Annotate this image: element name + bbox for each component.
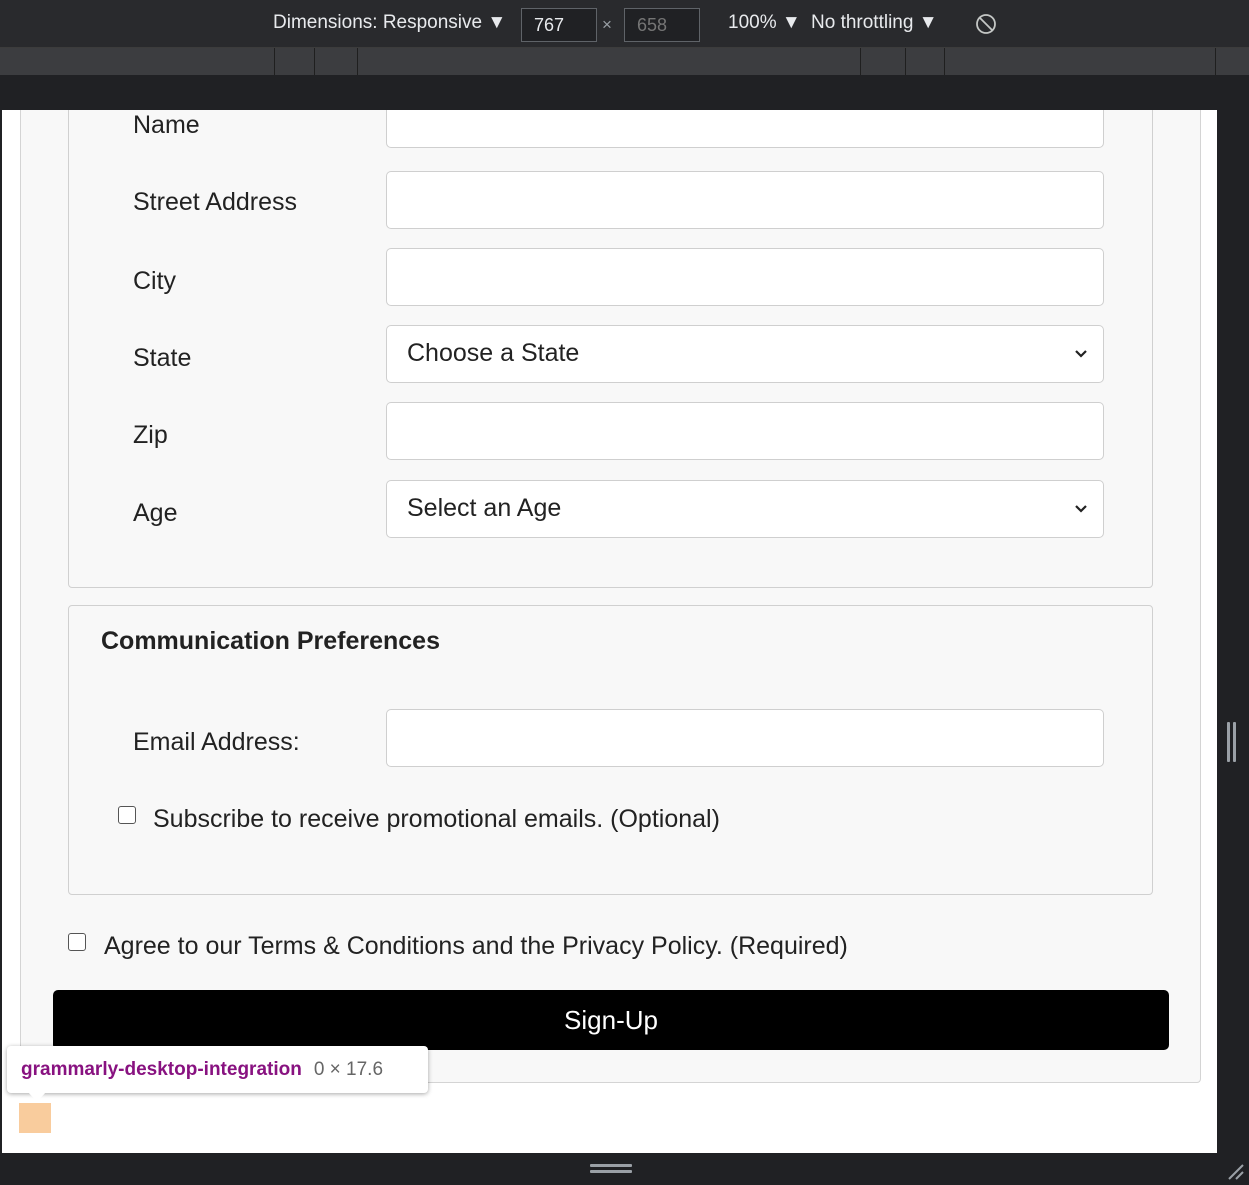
resize-handle-icon — [1227, 722, 1230, 762]
resize-handle-icon — [590, 1164, 632, 1167]
email-input[interactable] — [386, 709, 1104, 767]
communication-legend: Communication Preferences — [101, 627, 440, 655]
state-select-value: Choose a State — [407, 339, 580, 367]
ruler-segment[interactable] — [861, 48, 906, 75]
ruler-segment[interactable] — [315, 48, 358, 75]
throttling-dropdown[interactable]: No throttling ▼ — [811, 12, 938, 34]
zoom-dropdown[interactable]: 100% ▼ — [728, 12, 801, 34]
tooltip-dimensions: 0 × 17.6 — [313, 1059, 384, 1080]
page-viewport: Name Street Address City State Choose a … — [2, 110, 1217, 1153]
city-input[interactable] — [386, 248, 1104, 306]
state-label: State — [133, 344, 192, 372]
chevron-down-icon — [1075, 505, 1087, 513]
state-select[interactable]: Choose a State — [386, 325, 1104, 383]
age-select-value: Select an Age — [407, 494, 562, 522]
resize-handle-icon — [590, 1170, 632, 1173]
age-select[interactable]: Select an Age — [386, 480, 1104, 538]
street-address-label: Street Address — [133, 188, 297, 216]
viewport-bottom-resizer[interactable] — [0, 1153, 1249, 1185]
terms-checkbox[interactable] — [68, 933, 86, 951]
dimension-separator: × — [602, 15, 612, 34]
subscribe-checkbox[interactable] — [118, 806, 136, 824]
ruler-segment[interactable] — [906, 48, 945, 75]
inspector-tooltip: grammarly-desktop-integration 0 × 17.6 — [7, 1046, 428, 1093]
tooltip-arrow — [28, 1092, 46, 1102]
name-input[interactable] — [386, 110, 1104, 148]
element-highlight — [19, 1103, 51, 1133]
name-label: Name — [133, 111, 200, 139]
viewport-side-resizer[interactable] — [1217, 110, 1249, 1153]
media-query-ruler[interactable] — [0, 48, 1249, 75]
corner-resize-icon[interactable] — [1225, 1161, 1245, 1181]
age-label: Age — [133, 499, 178, 527]
devtools-device-toolbar: Dimensions: Responsive ▼ × 100% ▼ No thr… — [0, 0, 1249, 48]
zip-input[interactable] — [386, 402, 1104, 460]
street-address-input[interactable] — [386, 171, 1104, 229]
terms-label: Agree to our Terms & Conditions and the … — [104, 932, 848, 960]
signup-button[interactable]: Sign-Up — [53, 990, 1169, 1050]
viewport-width-input[interactable] — [521, 8, 597, 42]
viewport-height-input[interactable] — [624, 8, 700, 42]
subscribe-label: Subscribe to receive promotional emails.… — [153, 805, 720, 833]
rotate-icon[interactable] — [974, 12, 998, 36]
ruler-gap — [0, 75, 1249, 110]
zip-label: Zip — [133, 421, 168, 449]
resize-handle-icon — [1233, 722, 1236, 762]
ruler-segment[interactable] — [275, 48, 315, 75]
chevron-down-icon — [1075, 350, 1087, 358]
ruler-segment[interactable] — [945, 48, 1216, 75]
tooltip-element-name: grammarly-desktop-integration — [21, 1059, 302, 1080]
ruler-segment[interactable] — [0, 48, 275, 75]
email-label: Email Address: — [133, 728, 300, 756]
dimensions-dropdown[interactable]: Dimensions: Responsive ▼ — [273, 12, 506, 34]
city-label: City — [133, 267, 177, 295]
ruler-segment[interactable] — [358, 48, 861, 75]
